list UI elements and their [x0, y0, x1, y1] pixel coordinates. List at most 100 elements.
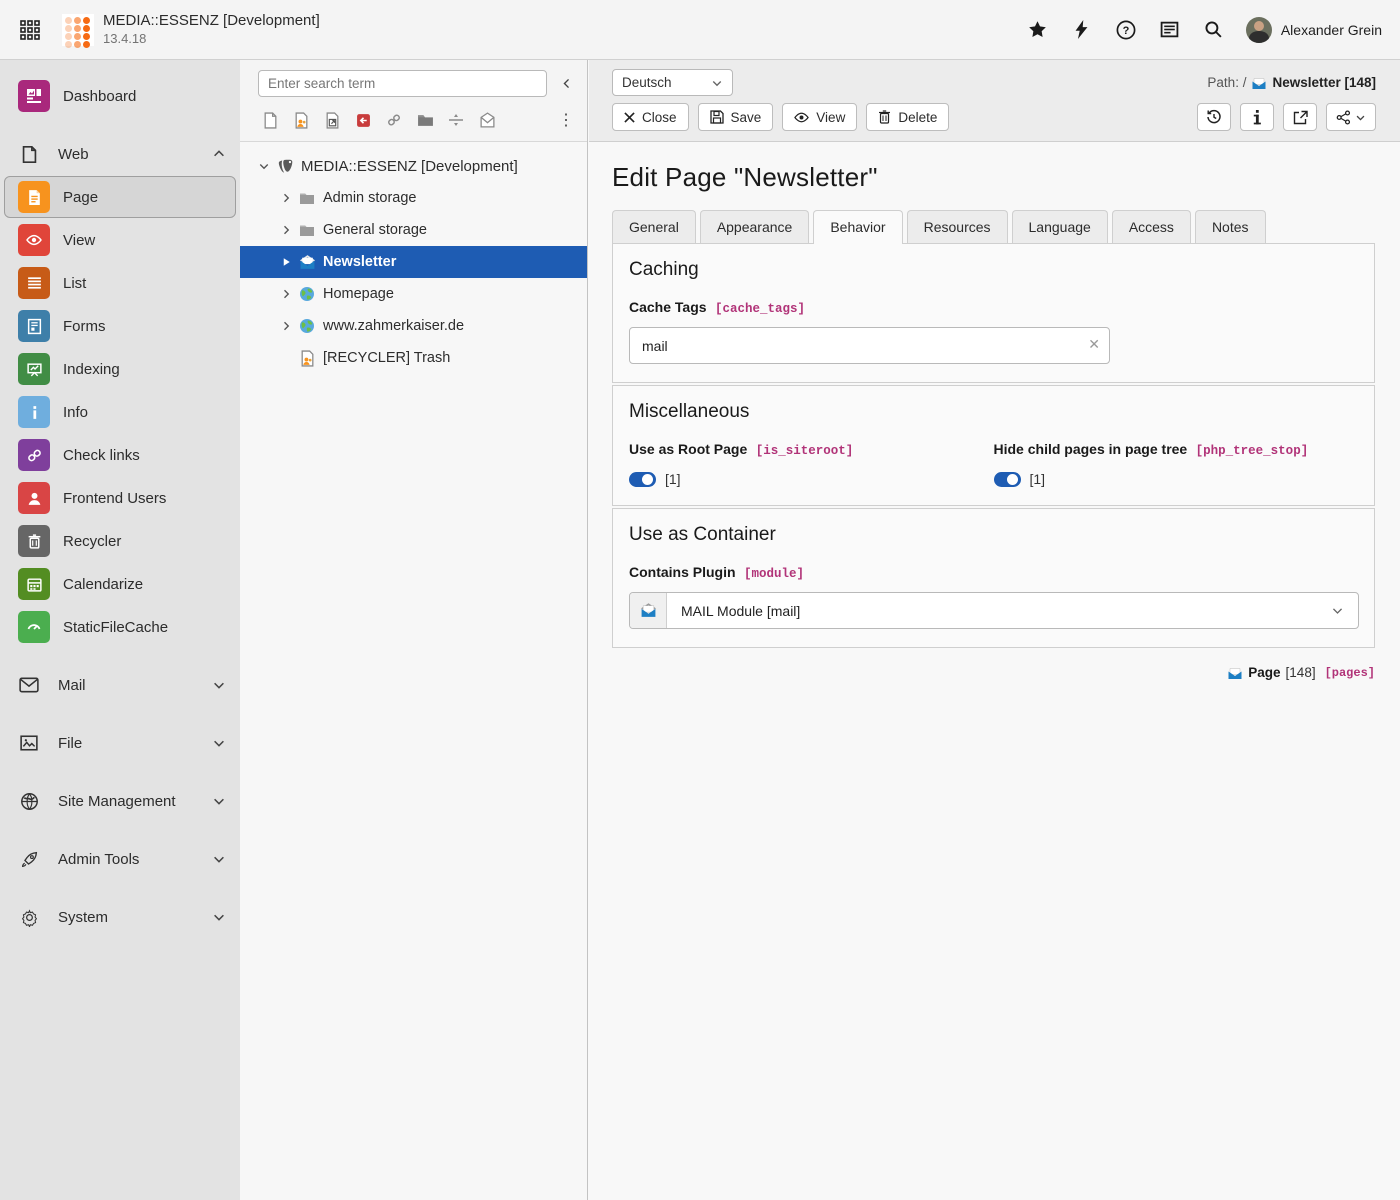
module-menu-toggle-icon[interactable] [16, 16, 44, 44]
open-in-new-window-button[interactable] [1283, 103, 1317, 131]
chevron-right-icon[interactable] [278, 286, 294, 302]
help-icon[interactable]: ? [1108, 12, 1144, 48]
save-button[interactable]: Save [698, 103, 774, 131]
close-button[interactable]: Close [612, 103, 689, 131]
new-mount-point-icon[interactable] [351, 109, 375, 131]
recycler-page-icon [298, 349, 316, 367]
tab-general[interactable]: General [612, 210, 696, 244]
sidebar-item-check-links[interactable]: Check links [4, 434, 236, 476]
contains-plugin-select[interactable]: MAIL Module [mail] [629, 592, 1359, 629]
php-tree-stop-toggle[interactable] [994, 472, 1021, 487]
tca-name: [php_tree_stop] [1196, 444, 1309, 458]
tree-node-label: www.zahmerkaiser.de [323, 318, 464, 334]
new-spacer-icon[interactable] [444, 109, 468, 131]
new-link-icon[interactable] [382, 109, 406, 131]
sidebar-item-frontend-users[interactable]: Frontend Users [4, 477, 236, 519]
page-module-icon [18, 181, 50, 213]
delete-button[interactable]: Delete [866, 103, 949, 131]
history-button[interactable] [1197, 103, 1231, 131]
tab-access[interactable]: Access [1112, 210, 1191, 244]
info-button[interactable] [1240, 103, 1274, 131]
info-module-icon [18, 396, 50, 428]
topbar: MEDIA::ESSENZ [Development] 13.4.18 ? Al… [0, 0, 1400, 60]
globe-icon [17, 792, 41, 811]
sidebar-group-system[interactable]: System [0, 896, 240, 938]
sidebar-group-web[interactable]: Web [0, 133, 240, 175]
field-label-cache-tags: Cache Tags [629, 299, 707, 315]
tab-notes[interactable]: Notes [1195, 210, 1266, 244]
chevron-right-icon[interactable] [278, 318, 294, 334]
chevron-down-icon[interactable] [256, 158, 272, 174]
sidebar-item-calendarize[interactable]: Calendarize [4, 563, 236, 605]
sidebar-group-file[interactable]: File [0, 722, 240, 764]
tree-more-options-icon[interactable]: ⋮ [555, 110, 577, 130]
new-backend-user-section-icon[interactable] [289, 109, 313, 131]
indexing-module-icon [18, 353, 50, 385]
search-icon[interactable] [1196, 12, 1232, 48]
new-shortcut-page-icon[interactable] [320, 109, 344, 131]
tab-bar: General Appearance Behavior Resources La… [612, 210, 1375, 244]
breadcrumb-page[interactable]: Newsletter [148] [1272, 75, 1376, 90]
chevron-up-icon [212, 147, 226, 161]
sidebar-item-staticfilecache[interactable]: StaticFileCache [4, 606, 236, 648]
list-module-icon [18, 267, 50, 299]
is-siteroot-toggle[interactable] [629, 472, 656, 487]
site-globe-icon [298, 285, 316, 303]
sidebar-item-list[interactable]: List [4, 262, 236, 304]
sidebar-item-view[interactable]: View [4, 219, 236, 261]
new-mail-page-icon[interactable] [475, 109, 499, 131]
tree-node-label: [RECYCLER] Trash [323, 350, 450, 366]
view-button[interactable]: View [782, 103, 857, 131]
chevron-down-icon [212, 852, 226, 866]
user-menu[interactable]: Alexander Grein [1246, 17, 1382, 43]
sidebar-item-page[interactable]: Page [4, 176, 236, 218]
tab-appearance[interactable]: Appearance [700, 210, 810, 244]
section-miscellaneous: Miscellaneous Use as Root Page [is_siter… [612, 385, 1375, 506]
chevron-right-icon[interactable] [278, 190, 294, 206]
avatar [1246, 17, 1272, 43]
expand-triangle-icon[interactable] [278, 254, 294, 270]
tab-resources[interactable]: Resources [907, 210, 1008, 244]
bookmarks-icon[interactable] [1020, 12, 1056, 48]
section-caching: Caching Cache Tags [cache_tags] ✕ [612, 243, 1375, 383]
tree-node-general-storage[interactable]: General storage [240, 214, 587, 246]
language-select[interactable]: Deutsch [612, 69, 733, 96]
cache-tags-input[interactable] [629, 327, 1110, 364]
new-page-icon[interactable] [258, 109, 282, 131]
new-folder-icon[interactable] [413, 109, 437, 131]
sidebar-item-forms[interactable]: Forms [4, 305, 236, 347]
tree-node-admin-storage[interactable]: Admin storage [240, 182, 587, 214]
tree-node-newsletter[interactable]: Newsletter [240, 246, 587, 278]
sidebar-item-dashboard[interactable]: Dashboard [4, 75, 236, 117]
share-button[interactable] [1326, 103, 1376, 131]
tree-search-input[interactable] [258, 70, 547, 97]
chevron-right-icon[interactable] [278, 222, 294, 238]
record-footer: Page [148] [pages] [612, 665, 1375, 680]
tree-node-label: Homepage [323, 286, 394, 302]
record-type: Page [1248, 665, 1280, 680]
mail-page-icon [1227, 666, 1243, 680]
collapse-tree-icon[interactable] [555, 73, 577, 95]
sidebar-group-mail[interactable]: Mail [0, 664, 240, 706]
sidebar-group-admin-tools[interactable]: Admin Tools [0, 838, 240, 880]
frontend-users-module-icon [18, 482, 50, 514]
tree-node-recycler-trash[interactable]: [RECYCLER] Trash [240, 342, 587, 374]
brand[interactable]: MEDIA::ESSENZ [Development] 13.4.18 [62, 12, 320, 46]
tab-behavior[interactable]: Behavior [813, 210, 902, 244]
sidebar-item-recycler[interactable]: Recycler [4, 520, 236, 562]
module-body: Deutsch Path: / Newsletter [148] Close S [589, 60, 1400, 1200]
page-title: Edit Page "Newsletter" [612, 162, 1375, 193]
clear-input-icon[interactable]: ✕ [1088, 336, 1100, 353]
tree-node-homepage[interactable]: Homepage [240, 278, 587, 310]
sidebar-item-indexing[interactable]: Indexing [4, 348, 236, 390]
clear-cache-icon[interactable] [1064, 12, 1100, 48]
tca-name: [cache_tags] [715, 302, 805, 316]
tca-name: [module] [744, 567, 804, 581]
tree-node-root[interactable]: MEDIA::ESSENZ [Development] [240, 150, 587, 182]
system-information-icon[interactable] [1152, 12, 1188, 48]
tree-node-zahmerkaiser[interactable]: www.zahmerkaiser.de [240, 310, 587, 342]
tab-language[interactable]: Language [1012, 210, 1108, 244]
sidebar-group-site-management[interactable]: Site Management [0, 780, 240, 822]
sidebar-item-info[interactable]: Info [4, 391, 236, 433]
check-links-module-icon [18, 439, 50, 471]
